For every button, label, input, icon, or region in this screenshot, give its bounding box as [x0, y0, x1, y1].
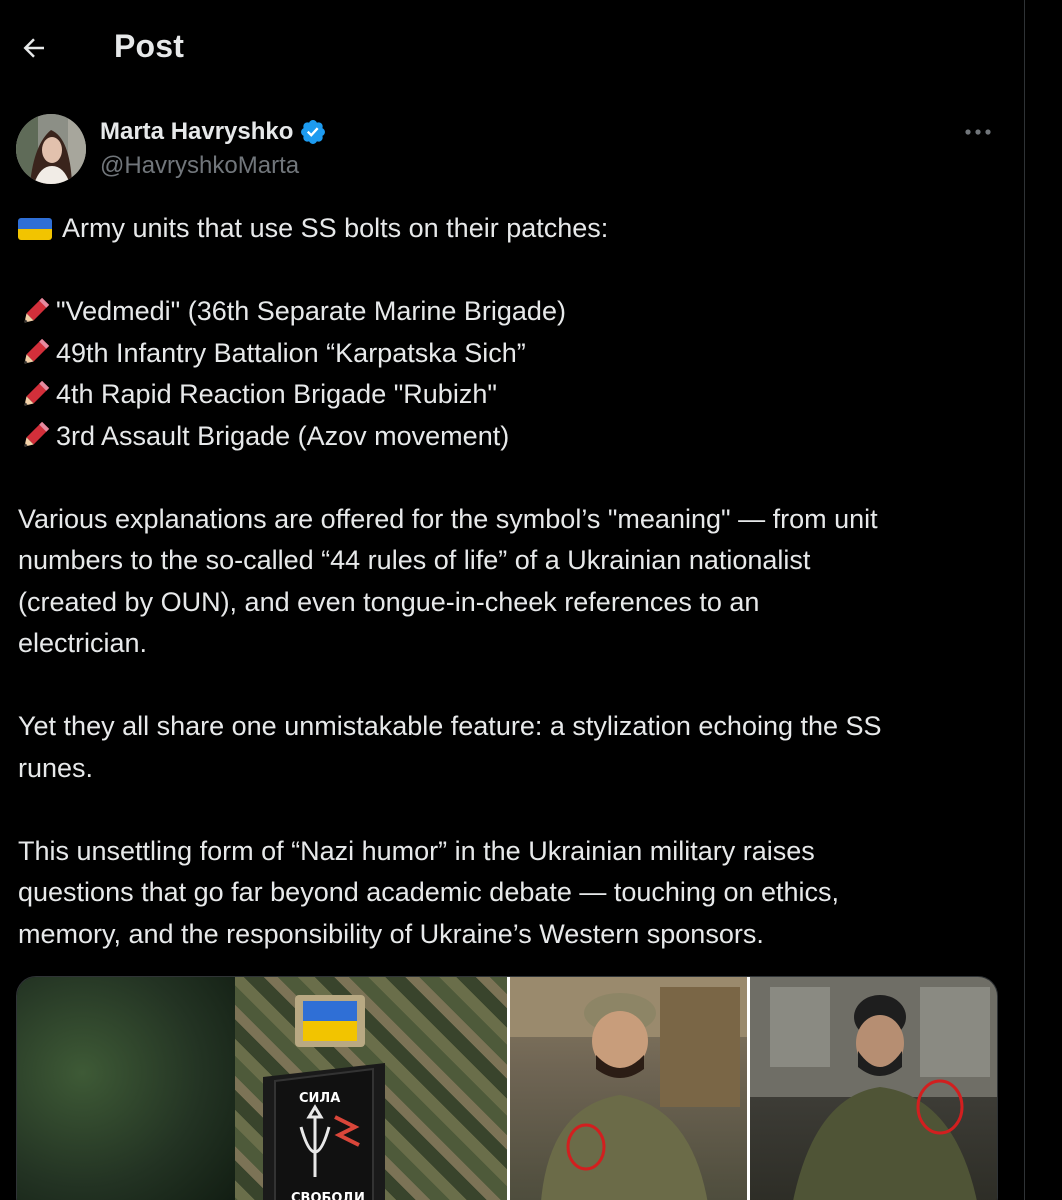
- paragraph-line: runes.: [18, 752, 94, 783]
- paragraph-line: Various explanations are offered for the…: [18, 503, 878, 534]
- unit-label: 49th Infantry Battalion “Karpatska Sich”: [56, 337, 526, 368]
- patch-text: СИЛА: [299, 1091, 341, 1106]
- paragraph-line: electrician.: [18, 628, 148, 658]
- unit-list-item: "Vedmedi" (36th Separate Marine Brigade): [18, 291, 1008, 333]
- soldier-image: [510, 977, 750, 1200]
- unit-list-item: 4th Rapid Reaction Brigade "Rubizh": [18, 374, 1008, 416]
- avatar[interactable]: [16, 114, 86, 184]
- media-photo[interactable]: [17, 977, 235, 1200]
- author-row: Marta Havryshko @HavryshkoMarta: [16, 112, 1006, 188]
- author-name[interactable]: Marta Havryshko: [100, 118, 293, 146]
- pencil-icon: [24, 297, 50, 323]
- post-header: Post: [0, 0, 1024, 96]
- pencil-icon: [24, 380, 50, 406]
- author-handle[interactable]: @HavryshkoMarta: [100, 152, 299, 180]
- post-page: Post Marta Havryshko @HavryshkoMarta Arm…: [0, 0, 1062, 1200]
- paragraph-line: (created by OUN), and even tongue-in-che…: [18, 586, 760, 617]
- media-photo[interactable]: СИЛА СВОБОДИ: [235, 977, 507, 1200]
- soldier-image: [750, 977, 997, 1200]
- patch-image: [263, 995, 385, 1200]
- post-media[interactable]: СИЛА СВОБОДИ: [16, 976, 998, 1200]
- avatar-image: [16, 114, 86, 184]
- paragraph-line: Yet they all share one unmistakable feat…: [18, 711, 882, 741]
- back-button[interactable]: [14, 28, 54, 68]
- media-photo[interactable]: [747, 977, 997, 1200]
- paragraph-line: numbers to the so-called “44 rules of li…: [18, 545, 811, 575]
- post-intro: Army units that use SS bolts on their pa…: [62, 213, 609, 243]
- unit-label: "Vedmedi" (36th Separate Marine Brigade): [56, 296, 566, 326]
- patch-text: СВОБОДИ: [291, 1191, 365, 1200]
- more-dots-icon: [965, 129, 991, 135]
- media-photo[interactable]: [507, 977, 750, 1200]
- page-title: Post: [114, 28, 185, 64]
- unit-list-item: 49th Infantry Battalion “Karpatska Sich”: [18, 333, 1008, 375]
- unit-label: 4th Rapid Reaction Brigade "Rubizh": [56, 379, 497, 409]
- post-text: Army units that use SS bolts on their pa…: [18, 208, 1008, 955]
- more-button[interactable]: [964, 120, 992, 144]
- arrow-left-icon: [23, 38, 44, 58]
- post-intro-line: Army units that use SS bolts on their pa…: [18, 208, 1008, 250]
- paragraph-line: memory, and the responsibility of Ukrain…: [18, 918, 764, 949]
- column-divider: [1024, 0, 1025, 1200]
- paragraph-line: This unsettling form of “Nazi humor” in …: [18, 835, 815, 866]
- unit-list-item: 3rd Assault Brigade (Azov movement): [18, 416, 1008, 458]
- pencil-icon: [24, 339, 50, 364]
- paragraph-line: questions that go far beyond academic de…: [18, 877, 840, 907]
- verified-badge-icon: [301, 120, 326, 144]
- pencil-icon: [24, 422, 50, 447]
- ukraine-flag-icon: [18, 217, 52, 240]
- name-row: Marta Havryshko: [100, 118, 327, 146]
- unit-label: 3rd Assault Brigade (Azov movement): [56, 420, 510, 451]
